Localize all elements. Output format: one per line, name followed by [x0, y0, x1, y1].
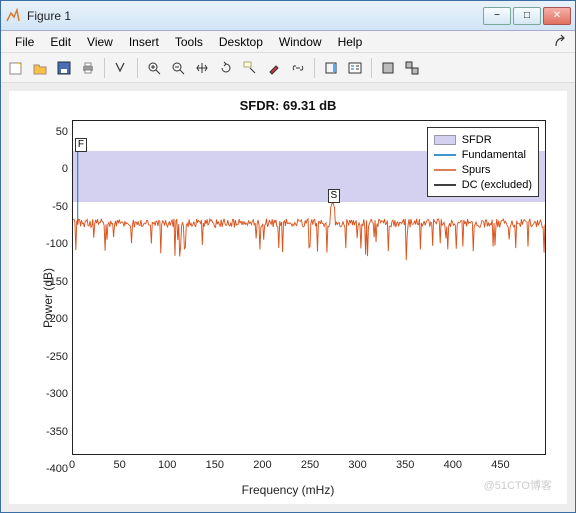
legend-dc: DC (excluded) — [462, 179, 532, 191]
legend-button[interactable] — [344, 57, 366, 79]
x-tick: 150 — [206, 459, 224, 471]
y-tick: -350 — [42, 426, 68, 438]
print-button[interactable] — [77, 57, 99, 79]
menu-help[interactable]: Help — [330, 33, 371, 51]
menubar: File Edit View Insert Tools Desktop Wind… — [1, 31, 575, 53]
axes: F S SFDR Fundamental Spurs DC (excluded) — [72, 120, 546, 455]
y-tick: 50 — [42, 126, 68, 138]
y-tick: -200 — [42, 313, 68, 325]
y-tick: -250 — [42, 351, 68, 363]
x-tick: 0 — [69, 459, 75, 471]
menu-edit[interactable]: Edit — [42, 33, 79, 51]
fundamental-marker: F — [75, 138, 87, 152]
edit-plot-button[interactable] — [110, 57, 132, 79]
minimize-button[interactable]: − — [483, 7, 511, 25]
zoom-out-button[interactable] — [167, 57, 189, 79]
legend[interactable]: SFDR Fundamental Spurs DC (excluded) — [427, 127, 539, 197]
y-tick: 0 — [42, 163, 68, 175]
y-tick: -100 — [42, 238, 68, 250]
spur-marker: S — [328, 189, 340, 203]
menu-desktop[interactable]: Desktop — [211, 33, 271, 51]
save-button[interactable] — [53, 57, 75, 79]
x-tick: 450 — [491, 459, 509, 471]
new-figure-button[interactable] — [5, 57, 27, 79]
legend-fundamental: Fundamental — [462, 149, 526, 161]
rotate-button[interactable] — [215, 57, 237, 79]
y-tick: -400 — [42, 463, 68, 475]
data-cursor-button[interactable] — [239, 57, 261, 79]
link-button[interactable] — [287, 57, 309, 79]
figure-window: Figure 1 − □ ✕ File Edit View Insert Too… — [0, 0, 576, 513]
chart-title: SFDR: 69.31 dB — [10, 98, 566, 113]
x-tick: 400 — [444, 459, 462, 471]
window-title: Figure 1 — [27, 9, 483, 23]
menu-file[interactable]: File — [7, 33, 42, 51]
open-button[interactable] — [29, 57, 51, 79]
y-tick: -300 — [42, 388, 68, 400]
titlebar[interactable]: Figure 1 − □ ✕ — [1, 1, 575, 31]
plot-area: SFDR: 69.31 dB Power (dB) Frequency (mHz… — [1, 83, 575, 512]
x-tick: 250 — [301, 459, 319, 471]
y-tick: -150 — [42, 276, 68, 288]
matlab-icon — [5, 8, 21, 24]
menu-view[interactable]: View — [79, 33, 121, 51]
legend-spurs: Spurs — [462, 164, 491, 176]
x-tick: 200 — [253, 459, 271, 471]
plot-canvas[interactable]: SFDR: 69.31 dB Power (dB) Frequency (mHz… — [9, 91, 567, 504]
y-tick: -50 — [42, 201, 68, 213]
pan-button[interactable] — [191, 57, 213, 79]
zoom-in-button[interactable] — [143, 57, 165, 79]
toolbar — [1, 53, 575, 83]
brush-button[interactable] — [263, 57, 285, 79]
maximize-button[interactable]: □ — [513, 7, 541, 25]
menu-insert[interactable]: Insert — [121, 33, 167, 51]
x-tick: 50 — [113, 459, 125, 471]
colorbar-button[interactable] — [320, 57, 342, 79]
dock-icon[interactable] — [553, 34, 569, 50]
spurs-line — [73, 202, 545, 260]
menu-tools[interactable]: Tools — [167, 33, 211, 51]
x-tick: 100 — [158, 459, 176, 471]
menu-window[interactable]: Window — [271, 33, 330, 51]
x-tick: 300 — [348, 459, 366, 471]
watermark: @51CTO博客 — [484, 477, 552, 493]
hide-tools-button[interactable] — [377, 57, 399, 79]
close-button[interactable]: ✕ — [543, 7, 571, 25]
legend-sfdr: SFDR — [462, 134, 492, 146]
show-tools-button[interactable] — [401, 57, 423, 79]
x-tick: 350 — [396, 459, 414, 471]
